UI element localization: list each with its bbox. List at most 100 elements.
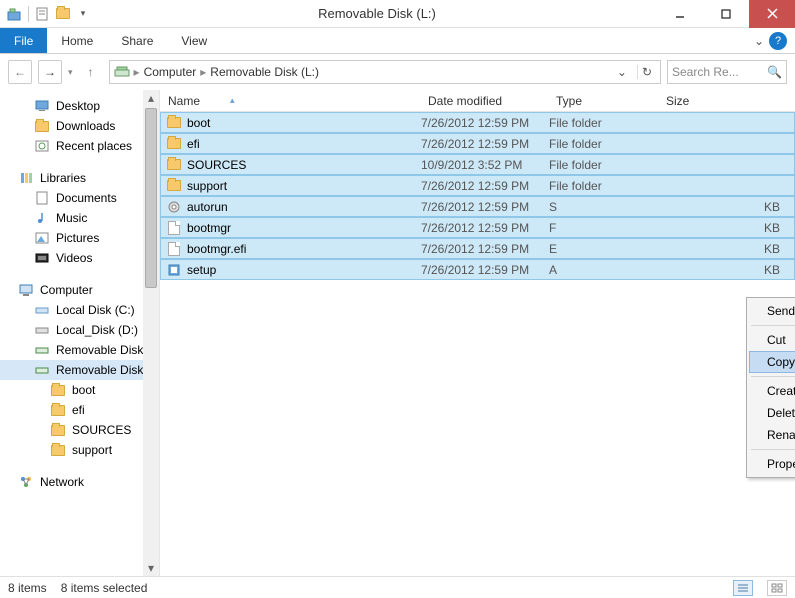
file-name: bootmgr	[183, 221, 421, 235]
folder-icon	[34, 118, 50, 134]
nav-forward-button[interactable]: →	[38, 60, 62, 84]
tab-file[interactable]: File	[0, 28, 47, 53]
window-buttons	[657, 0, 795, 28]
nav-libraries[interactable]: Libraries	[0, 168, 159, 188]
address-bar[interactable]: ▸ Computer ▸ Removable Disk (L:) ⌄ ↻	[109, 60, 661, 84]
file-row[interactable]: SOURCES10/9/2012 3:52 PMFile folder	[160, 154, 795, 175]
ctx-properties[interactable]: Properties	[749, 453, 795, 475]
nav-local-c[interactable]: Local Disk (C:)	[0, 300, 159, 320]
scroll-down-icon[interactable]: ▾	[143, 560, 159, 576]
file-type-icon	[165, 159, 183, 170]
breadcrumb-sep[interactable]: ▸	[134, 65, 140, 79]
favorites-recent[interactable]: Recent places	[0, 136, 159, 156]
recent-icon	[34, 138, 50, 154]
nav-documents[interactable]: Documents	[0, 188, 159, 208]
nav-label: Desktop	[56, 99, 100, 113]
nav-label: Computer	[40, 283, 93, 297]
nav-label: Pictures	[56, 231, 99, 245]
address-row: ← → ▾ ↑ ▸ Computer ▸ Removable Disk (L:)…	[0, 54, 795, 90]
file-row[interactable]: efi7/26/2012 12:59 PMFile folder	[160, 133, 795, 154]
expand-ribbon-icon[interactable]: ⌄	[749, 34, 769, 48]
file-row[interactable]: boot7/26/2012 12:59 PMFile folder	[160, 112, 795, 133]
ctx-label: Delete	[767, 406, 795, 420]
scroll-thumb[interactable]	[145, 108, 157, 288]
breadcrumb-computer[interactable]: Computer	[144, 65, 197, 79]
properties-icon[interactable]	[35, 6, 51, 22]
file-type: File folder	[549, 116, 659, 130]
nav-network[interactable]: Network	[0, 472, 159, 492]
file-row[interactable]: bootmgr.efi7/26/2012 12:59 PMEKB	[160, 238, 795, 259]
nav-up-button[interactable]: ↑	[79, 60, 103, 84]
file-name: autorun	[183, 200, 421, 214]
ctx-cut[interactable]: Cut	[749, 329, 795, 351]
nav-music[interactable]: Music	[0, 208, 159, 228]
file-row[interactable]: setup7/26/2012 12:59 PMAKB	[160, 259, 795, 280]
favorites-desktop[interactable]: Desktop	[0, 96, 159, 116]
file-type-icon	[165, 242, 183, 256]
refresh-icon[interactable]: ↻	[637, 65, 656, 79]
nav-removable-2[interactable]: Removable Disk (	[0, 360, 159, 380]
file-row[interactable]: bootmgr7/26/2012 12:59 PMFKB	[160, 217, 795, 238]
new-folder-icon[interactable]	[55, 6, 71, 22]
network-icon	[18, 474, 34, 490]
file-type: File folder	[549, 158, 659, 172]
nav-label: SOURCES	[72, 423, 131, 437]
scroll-up-icon[interactable]: ▴	[143, 90, 159, 106]
file-name: bootmgr.efi	[183, 242, 421, 256]
ctx-label: Rename	[767, 428, 795, 442]
file-type-icon	[165, 180, 183, 191]
status-bar: 8 items 8 items selected	[0, 576, 795, 598]
breadcrumb-sep[interactable]: ▸	[200, 65, 206, 79]
file-type: A	[549, 263, 659, 277]
tab-share[interactable]: Share	[107, 28, 167, 53]
nav-removable-1[interactable]: Removable Disk (	[0, 340, 159, 360]
column-date[interactable]: Date modified	[420, 94, 548, 108]
search-icon[interactable]: 🔍	[767, 65, 782, 79]
qat-divider	[28, 6, 29, 22]
ctx-copy[interactable]: Copy	[749, 351, 795, 373]
file-row[interactable]: support7/26/2012 12:59 PMFile folder	[160, 175, 795, 196]
nav-scrollbar[interactable]: ▴ ▾	[143, 90, 159, 576]
status-selected-count: 8 items selected	[61, 581, 148, 595]
view-details-button[interactable]	[733, 580, 753, 596]
nav-videos[interactable]: Videos	[0, 248, 159, 268]
nav-folder-efi[interactable]: efi	[0, 400, 159, 420]
qat-dropdown-icon[interactable]: ▾	[75, 6, 91, 22]
file-type-icon	[165, 117, 183, 128]
breadcrumb-removable[interactable]: Removable Disk (L:)	[210, 65, 319, 79]
ctx-create-shortcut[interactable]: Create shortcut	[749, 380, 795, 402]
ctx-delete[interactable]: Delete	[749, 402, 795, 424]
column-type[interactable]: Type	[548, 94, 658, 108]
file-row[interactable]: autorun7/26/2012 12:59 PMSKB	[160, 196, 795, 217]
search-box[interactable]: Search Re... 🔍	[667, 60, 787, 84]
file-date: 10/9/2012 3:52 PM	[421, 158, 549, 172]
nav-pictures[interactable]: Pictures	[0, 228, 159, 248]
nav-folder-boot[interactable]: boot	[0, 380, 159, 400]
nav-back-button[interactable]: ←	[8, 60, 32, 84]
close-button[interactable]	[749, 0, 795, 28]
column-name[interactable]: Name▴	[160, 94, 420, 108]
column-size[interactable]: Size	[658, 94, 795, 108]
file-name: SOURCES	[183, 158, 421, 172]
file-date: 7/26/2012 12:59 PM	[421, 263, 549, 277]
nav-folder-sources[interactable]: SOURCES	[0, 420, 159, 440]
computer-icon	[18, 282, 34, 298]
ctx-send-to[interactable]: Send to▶	[749, 300, 795, 322]
ctx-rename[interactable]: Rename	[749, 424, 795, 446]
nav-computer[interactable]: Computer	[0, 280, 159, 300]
address-dropdown-icon[interactable]: ⌄	[611, 65, 633, 79]
app-icon[interactable]	[6, 6, 22, 22]
file-type: File folder	[549, 137, 659, 151]
tab-home[interactable]: Home	[47, 28, 107, 53]
help-icon[interactable]: ?	[769, 32, 787, 50]
favorites-downloads[interactable]: Downloads	[0, 116, 159, 136]
file-list-pane: Name▴ Date modified Type Size boot7/26/2…	[160, 90, 795, 576]
maximize-button[interactable]	[703, 0, 749, 28]
nav-folder-support[interactable]: support	[0, 440, 159, 460]
nav-local-d[interactable]: Local_Disk (D:)	[0, 320, 159, 340]
minimize-button[interactable]	[657, 0, 703, 28]
folder-icon	[50, 402, 66, 418]
nav-history-dropdown[interactable]: ▾	[68, 67, 73, 78]
view-tiles-button[interactable]	[767, 580, 787, 596]
tab-view[interactable]: View	[167, 28, 221, 53]
